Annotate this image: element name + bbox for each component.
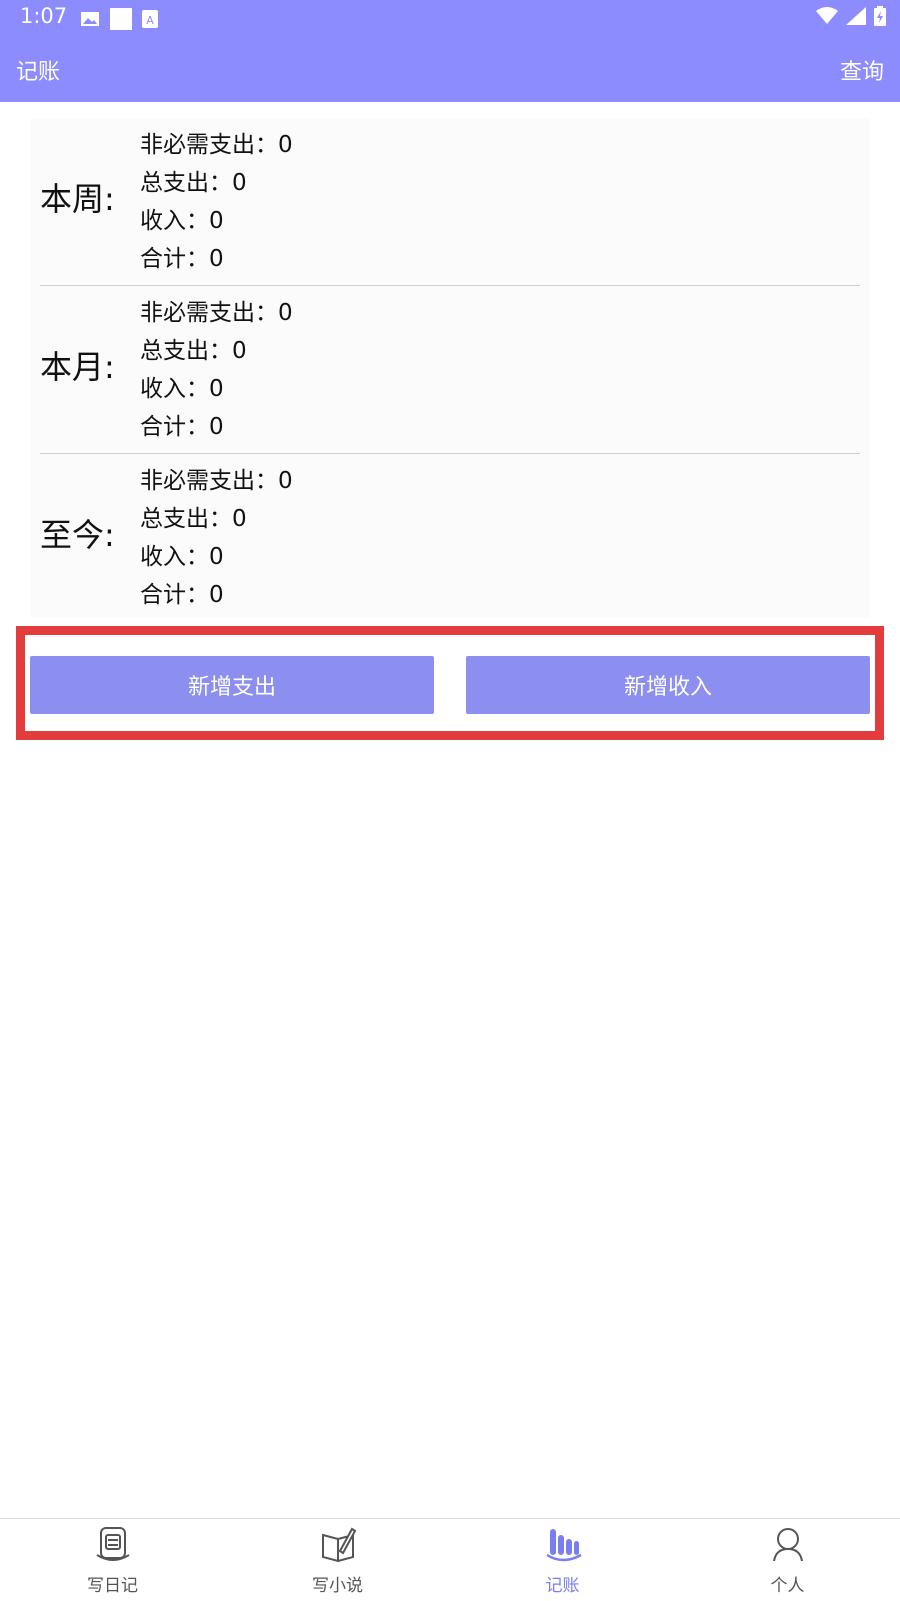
total-stat: 合计：0 [140, 582, 224, 608]
battery-icon [874, 6, 886, 30]
summary-month: 本月: 非必需支出：0 总支出：0 收入：0 合计：0 [40, 286, 860, 454]
person-icon [768, 1525, 808, 1569]
bottom-nav: 写日记 写小说 记账 个人 [0, 1518, 900, 1601]
stats-list: 非必需支出：0 总支出：0 收入：0 合计：0 [140, 294, 293, 446]
period-label: 本周: [40, 180, 115, 218]
status-notification-icons: A [80, 8, 158, 34]
nav-item-novel[interactable]: 写小说 [225, 1519, 450, 1601]
add-expense-button[interactable]: 新增支出 [30, 656, 434, 714]
nav-item-profile[interactable]: 个人 [675, 1519, 900, 1601]
total-expense-stat: 总支出：0 [140, 338, 247, 364]
nav-item-diary[interactable]: 写日记 [0, 1519, 225, 1601]
app-bar: 记账 查询 [0, 36, 900, 102]
period-label: 本月: [40, 348, 115, 386]
diary-icon [93, 1525, 133, 1569]
image-notification-icon [80, 10, 100, 32]
total-stat: 合计：0 [140, 246, 224, 272]
nav-item-ledger[interactable]: 记账 [450, 1519, 675, 1601]
nonessential-expense-stat: 非必需支出：0 [140, 468, 293, 494]
summary-to-date: 至今: 非必需支出：0 总支出：0 收入：0 合计：0 [40, 454, 860, 622]
income-stat: 收入：0 [140, 544, 224, 570]
income-stat: 收入：0 [140, 376, 224, 402]
nonessential-expense-stat: 非必需支出：0 [140, 132, 293, 158]
nav-label: 写小说 [312, 1576, 363, 1596]
query-button[interactable]: 查询 [840, 54, 884, 86]
total-expense-stat: 总支出：0 [140, 506, 247, 532]
wifi-icon [816, 7, 838, 29]
status-system-icons [816, 6, 886, 30]
status-bar: 1:07 A [0, 0, 900, 36]
stats-list: 非必需支出：0 总支出：0 收入：0 合计：0 [140, 462, 293, 614]
summary-card: 本周: 非必需支出：0 总支出：0 收入：0 合计：0 本月: 非必需支出：0 … [30, 118, 870, 618]
total-expense-stat: 总支出：0 [140, 170, 247, 196]
ledger-bars-icon [543, 1525, 583, 1569]
square-notification-icon [110, 8, 132, 34]
total-stat: 合计：0 [140, 414, 224, 440]
stats-list: 非必需支出：0 总支出：0 收入：0 合计：0 [140, 126, 293, 278]
nav-label: 个人 [770, 1576, 805, 1596]
summary-week: 本周: 非必需支出：0 总支出：0 收入：0 合计：0 [40, 118, 860, 286]
nav-label: 记账 [545, 1576, 580, 1596]
cellular-signal-icon [846, 7, 866, 29]
status-time: 1:07 [20, 4, 68, 28]
income-stat: 收入：0 [140, 208, 224, 234]
text-notification-icon: A [142, 10, 158, 32]
svg-text:A: A [146, 14, 154, 27]
nonessential-expense-stat: 非必需支出：0 [140, 300, 293, 326]
nav-label: 写日记 [87, 1576, 138, 1596]
page-title: 记账 [16, 60, 61, 85]
add-income-button[interactable]: 新增收入 [466, 656, 870, 714]
novel-pen-icon [318, 1525, 358, 1569]
period-label: 至今: [40, 516, 115, 554]
